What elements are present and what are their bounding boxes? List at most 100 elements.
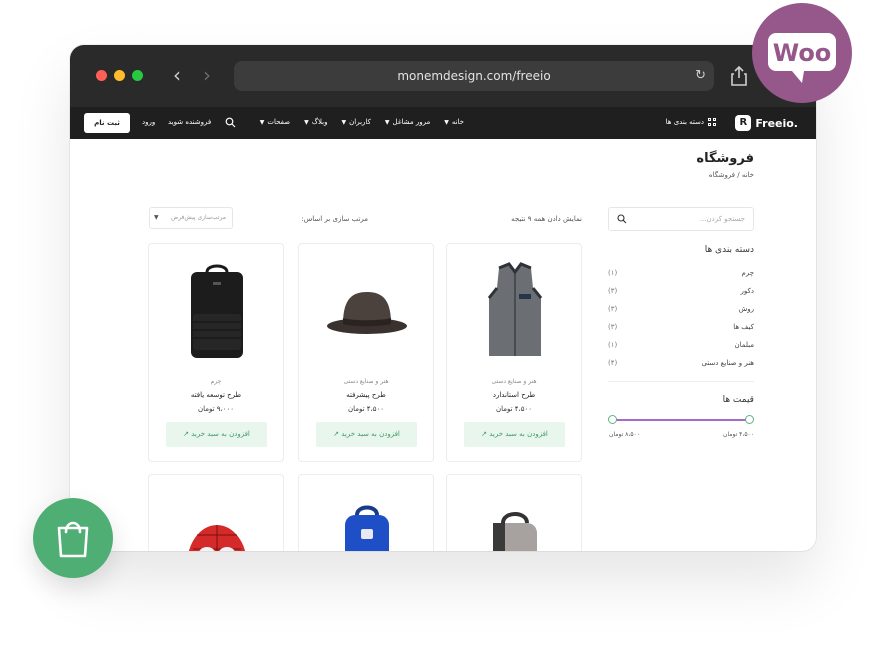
category-label: مبلمان bbox=[734, 341, 755, 349]
vest-image bbox=[487, 262, 543, 356]
shopping-bag-badge bbox=[33, 498, 113, 578]
chevron-down-icon: ▼ bbox=[341, 119, 347, 126]
category-count: (۳) bbox=[608, 323, 618, 331]
menu-item-label: صفحات bbox=[267, 118, 291, 126]
category-count: (۳) bbox=[608, 305, 618, 313]
product-name[interactable]: طرح پیشرفته bbox=[299, 391, 433, 399]
chevron-down-icon: ▼ bbox=[154, 214, 159, 221]
category-count: (۱) bbox=[608, 269, 618, 277]
product-card[interactable] bbox=[446, 474, 582, 551]
grey-backpack-image bbox=[493, 512, 537, 551]
menu-item-browse-jobs[interactable]: مرور مشاغل▼ bbox=[385, 118, 430, 126]
arrow-up-right-icon: ↗ bbox=[481, 430, 487, 438]
logo-badge-icon: R bbox=[735, 115, 752, 131]
address-bar-url: monemdesign.com/freeio bbox=[397, 69, 551, 83]
product-category: هنر و صنایع دستی bbox=[343, 378, 389, 385]
add-to-cart-label: افزودن به سبد خرید bbox=[489, 430, 548, 438]
add-to-cart-label: افزودن به سبد خرید bbox=[341, 430, 400, 438]
category-item[interactable]: روش (۳) bbox=[608, 305, 754, 323]
category-item[interactable]: کیف ها (۳) bbox=[608, 323, 754, 341]
price-slider-max-handle[interactable] bbox=[608, 415, 617, 424]
category-label: هنر و صنایع دستی bbox=[701, 359, 754, 367]
add-to-cart-button[interactable]: افزودن به سبد خرید ↗ bbox=[464, 422, 565, 447]
sidebar-search-input[interactable]: جستجو کردن... bbox=[608, 207, 754, 231]
product-card[interactable] bbox=[298, 474, 434, 551]
sort-label: مرتب سازی بر اساس: bbox=[301, 215, 368, 223]
signup-button[interactable]: ثبت نام bbox=[84, 113, 130, 133]
become-seller-link[interactable]: فروشنده شوید bbox=[168, 118, 211, 126]
menu-item-home[interactable]: خانه▼ bbox=[444, 118, 464, 126]
shop-page: فروشگاه خانه / فروشگاه جستجو کردن... دست… bbox=[70, 139, 816, 551]
maximize-window-button[interactable] bbox=[132, 70, 143, 81]
search-icon[interactable] bbox=[617, 214, 627, 224]
category-item[interactable]: دکور (۳) bbox=[608, 287, 754, 305]
category-label: دکور bbox=[740, 287, 754, 295]
logo-text: Freeio. bbox=[755, 116, 798, 130]
site-logo[interactable]: R Freeio. bbox=[735, 114, 798, 132]
product-category: چرم bbox=[210, 378, 222, 385]
chevron-down-icon: ▼ bbox=[444, 119, 449, 126]
product-category: هنر و صنایع دستی bbox=[491, 378, 537, 385]
add-to-cart-button[interactable]: افزودن به سبد خرید ↗ bbox=[166, 422, 267, 447]
sort-select[interactable]: مرتب‌سازی پیش‌فرض ▼ bbox=[149, 207, 233, 229]
blue-backpack-image bbox=[345, 505, 389, 551]
product-card[interactable]: هنر و صنایع دستی طرح استاندارد ۴،۵۰۰ توم… bbox=[446, 243, 582, 462]
add-to-cart-button[interactable]: افزودن به سبد خرید ↗ bbox=[316, 422, 417, 447]
reload-icon[interactable]: ↻ bbox=[695, 61, 706, 91]
address-bar[interactable]: monemdesign.com/freeio ↻ bbox=[234, 61, 714, 91]
arrow-up-right-icon: ↗ bbox=[183, 430, 189, 438]
category-list: چرم (۱) دکور (۳) روش (۳) کیف ها (۳) مبلمان (۱… bbox=[608, 269, 754, 377]
menu-item-label: مرور مشاغل bbox=[392, 118, 431, 126]
menu-item-pages[interactable]: صفحات▼ bbox=[260, 118, 290, 126]
menu-item-label: کاربران bbox=[349, 118, 371, 126]
price-max-value: ۸،۵۰۰ تومان bbox=[609, 431, 640, 438]
category-label: روش bbox=[738, 305, 754, 313]
category-item[interactable]: چرم (۱) bbox=[608, 269, 754, 287]
search-placeholder: جستجو کردن... bbox=[699, 215, 745, 223]
categories-title: دسته بندی ها bbox=[704, 245, 754, 255]
browser-titlebar: ‹ › monemdesign.com/freeio ↻ bbox=[70, 45, 816, 107]
category-label: کیف ها bbox=[733, 323, 754, 331]
product-price: ۹،۰۰۰ تومان bbox=[197, 405, 235, 413]
price-slider-track bbox=[612, 419, 750, 421]
woocommerce-logo-icon: Woo bbox=[768, 33, 836, 83]
product-name[interactable]: طرح استاندارد bbox=[447, 391, 581, 399]
product-price: ۴،۵۰۰ تومان bbox=[347, 405, 385, 413]
menu-item-blog[interactable]: وبلاگ▼ bbox=[304, 118, 327, 126]
page-title: فروشگاه bbox=[696, 151, 754, 166]
menu-item-label: وبلاگ bbox=[311, 118, 328, 126]
price-slider-min-handle[interactable] bbox=[745, 415, 754, 424]
categories-menu-label: دسته بندی ها bbox=[665, 118, 704, 126]
category-count: (۱) bbox=[608, 341, 618, 349]
login-link[interactable]: ورود bbox=[142, 118, 155, 126]
header-search-icon[interactable] bbox=[225, 117, 236, 128]
product-card[interactable] bbox=[148, 474, 284, 551]
category-label: چرم bbox=[741, 269, 754, 277]
share-icon[interactable] bbox=[730, 65, 748, 87]
price-range-slider[interactable] bbox=[608, 415, 754, 425]
site-header: R Freeio. دسته بندی ها خانه▼ مرور مشاغل▼… bbox=[70, 107, 816, 139]
breadcrumb: خانه / فروشگاه bbox=[708, 171, 754, 179]
product-card[interactable]: چرم طرح توسعه یافته ۹،۰۰۰ تومان افزودن ب… bbox=[148, 243, 284, 462]
categories-menu[interactable]: دسته بندی ها bbox=[666, 118, 716, 126]
close-window-button[interactable] bbox=[96, 70, 107, 81]
forward-arrow-icon[interactable]: › bbox=[197, 63, 217, 87]
category-item[interactable]: مبلمان (۱) bbox=[608, 341, 754, 359]
product-card[interactable]: هنر و صنایع دستی طرح پیشرفته ۴،۵۰۰ تومان… bbox=[298, 243, 434, 462]
price-title: قیمت ها bbox=[722, 395, 754, 405]
woocommerce-badge: Woo bbox=[752, 3, 852, 103]
hat-image bbox=[327, 292, 407, 334]
price-min-value: ۴،۵۰۰ تومان bbox=[723, 431, 754, 438]
showcase-stage: ‹ › monemdesign.com/freeio ↻ R Freeio. د… bbox=[0, 0, 886, 648]
chevron-down-icon: ▼ bbox=[304, 119, 309, 126]
minimize-window-button[interactable] bbox=[114, 70, 125, 81]
menu-item-users[interactable]: کاربران▼ bbox=[342, 118, 371, 126]
category-item[interactable]: هنر و صنایع دستی (۴) bbox=[608, 359, 754, 377]
chevron-down-icon: ▼ bbox=[259, 119, 265, 126]
main-menu: خانه▼ مرور مشاغل▼ کاربران▼ وبلاگ▼ صفحات▼ bbox=[260, 118, 464, 126]
backpack-image bbox=[191, 264, 243, 358]
back-arrow-icon[interactable]: ‹ bbox=[167, 63, 187, 87]
product-name[interactable]: طرح توسعه یافته bbox=[149, 391, 283, 399]
result-count: نمایش دادن همه ۹ نتیجه bbox=[511, 215, 582, 223]
red-backpack-image bbox=[188, 525, 246, 551]
